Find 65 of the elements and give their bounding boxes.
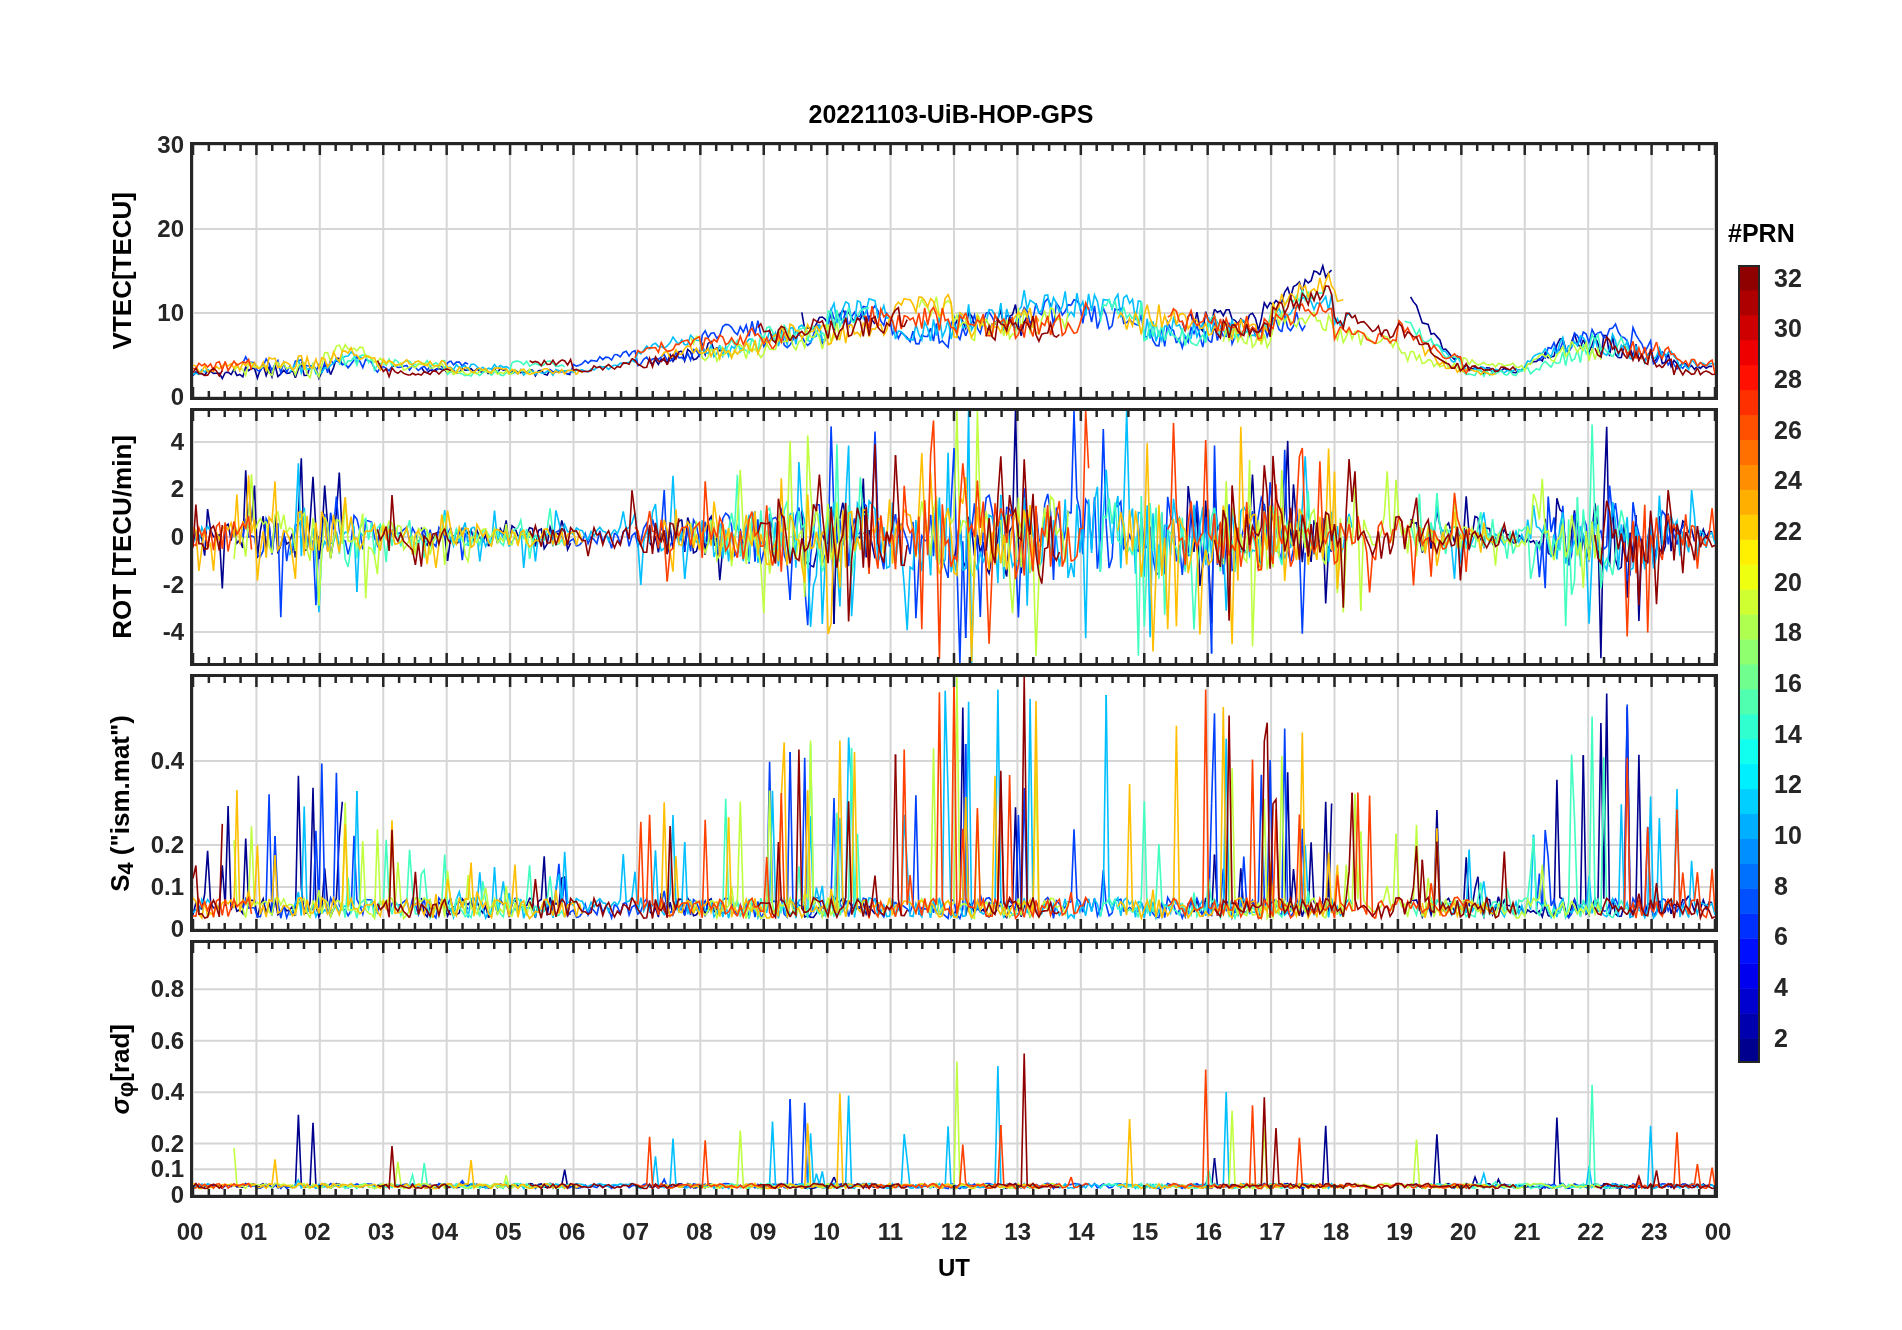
x-tick-label: 15 — [1131, 1220, 1159, 1244]
colorbar-tick-label: 4 — [1774, 974, 1788, 1000]
y-tick-label: 0 — [170, 1183, 184, 1207]
y-tick-label: 4 — [170, 429, 184, 454]
y-tick-label: 0.6 — [150, 1028, 184, 1053]
x-axis-label: UT — [938, 1254, 970, 1282]
colorbar-tick-label: 14 — [1774, 721, 1802, 747]
x-tick-label: 01 — [240, 1220, 267, 1244]
y-tick-label: 0.2 — [150, 833, 184, 857]
colorbar-tick-label: 30 — [1774, 315, 1802, 341]
colorbar-label: #PRN — [1728, 218, 1796, 248]
x-tick-label: 13 — [1004, 1220, 1031, 1244]
x-tick-label: 22 — [1577, 1220, 1604, 1244]
colorbar-tick-label: 22 — [1774, 518, 1802, 544]
y-tick-label: 0 — [170, 917, 184, 941]
colorbar-tick-label: 32 — [1774, 265, 1802, 291]
colorbar-tick-label: 24 — [1774, 467, 1802, 493]
y-tick-label: 0.8 — [150, 977, 184, 1002]
x-tick-label: 00 — [176, 1220, 204, 1244]
y-axis-label: VTEC[TECU] — [107, 192, 138, 350]
x-tick-label: 18 — [1322, 1220, 1350, 1244]
x-tick-label: 11 — [877, 1220, 903, 1244]
x-tick-label: 08 — [686, 1220, 713, 1244]
y-tick-label: 0.2 — [150, 1131, 184, 1156]
y-tick-label: 0.1 — [150, 1157, 184, 1182]
x-tick-label: 06 — [558, 1220, 586, 1244]
y-tick-label: 0 — [170, 525, 184, 549]
colorbar-tick-label: 12 — [1774, 771, 1802, 797]
colorbar-tick-label: 20 — [1774, 569, 1802, 595]
x-tick-label: 23 — [1641, 1220, 1668, 1244]
colorbar-tick-label: 16 — [1774, 670, 1802, 696]
y-tick-label: 2 — [170, 477, 184, 502]
y-tick-label: 30 — [157, 133, 184, 157]
y-tick-label: 20 — [157, 217, 184, 241]
colorbar-tick-label: 6 — [1774, 923, 1788, 949]
x-tick-label: 00 — [1704, 1220, 1732, 1244]
y-tick-label: 0 — [170, 385, 184, 409]
x-tick-label: 19 — [1386, 1220, 1413, 1244]
y-tick-label: 0.1 — [150, 875, 184, 899]
figure-title: 20221103-UiB-HOP-GPS — [807, 100, 1095, 129]
x-tick-label: 14 — [1068, 1220, 1095, 1244]
y-tick-label: 0.4 — [150, 1080, 184, 1105]
x-tick-label: 03 — [367, 1220, 395, 1244]
y-axis-label: ROT [TECU/min] — [107, 435, 138, 639]
x-tick-label: 17 — [1259, 1220, 1286, 1244]
x-tick-label: 04 — [431, 1220, 458, 1244]
y-tick-label: 10 — [157, 301, 184, 325]
x-tick-label: 10 — [813, 1220, 840, 1244]
y-tick-label: -2 — [162, 572, 184, 597]
colorbar-tick-label: 8 — [1774, 873, 1788, 899]
y-tick-label: 0.4 — [150, 749, 184, 773]
x-tick-label: 21 — [1513, 1220, 1541, 1244]
colorbar-tick-label: 2 — [1774, 1025, 1788, 1051]
colorbar-tick-label: 10 — [1774, 822, 1802, 848]
x-tick-label: 09 — [749, 1220, 777, 1244]
x-tick-label: 16 — [1195, 1220, 1222, 1244]
x-tick-label: 07 — [622, 1220, 649, 1244]
x-tick-label: 20 — [1450, 1220, 1477, 1244]
y-tick-label: -4 — [162, 620, 184, 645]
colorbar-tick-label: 26 — [1774, 417, 1802, 443]
x-tick-label: 05 — [495, 1220, 522, 1244]
colorbar-tick-label: 28 — [1774, 366, 1802, 392]
colorbar-tick-label: 18 — [1774, 619, 1802, 645]
x-tick-label: 12 — [940, 1220, 968, 1244]
x-tick-label: 02 — [304, 1220, 331, 1244]
